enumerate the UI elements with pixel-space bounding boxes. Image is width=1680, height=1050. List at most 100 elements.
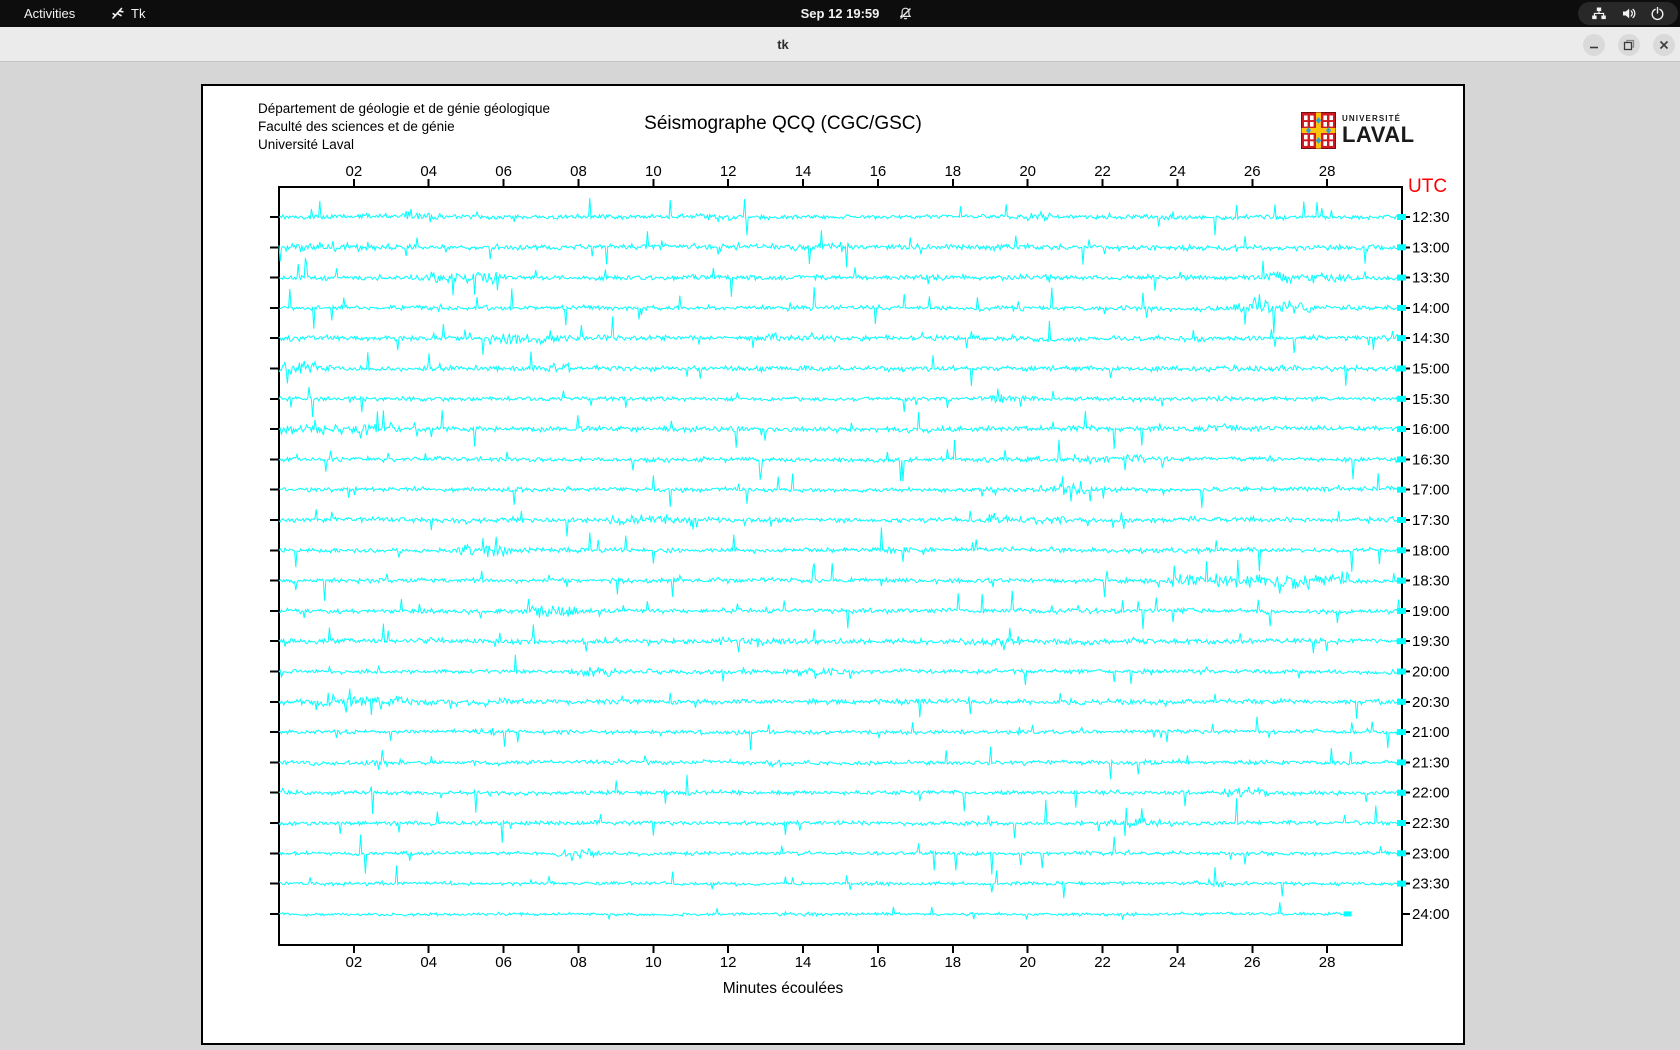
window-title: tk (777, 37, 789, 52)
time-label: 14:00 (1412, 300, 1450, 317)
minute-tick-label-top: 10 (645, 163, 662, 180)
focused-app-menu[interactable]: Tk (110, 0, 145, 27)
top-bar-left: Activities (0, 0, 99, 27)
window-titlebar[interactable]: tk (0, 27, 1680, 62)
pen-position-marker (1397, 547, 1406, 554)
seismogram-trace (278, 902, 1350, 921)
app-name-label: Tk (131, 6, 146, 21)
pen-position-marker (1397, 365, 1406, 372)
minute-tick-label-bottom: 24 (1169, 954, 1186, 971)
seismogram-trace (278, 439, 1402, 482)
time-label: 21:30 (1412, 754, 1450, 771)
pen-position-marker (1343, 911, 1352, 917)
pen-position-marker (1397, 759, 1406, 766)
pen-position-marker (1397, 244, 1406, 251)
time-label: 13:30 (1412, 270, 1450, 287)
minute-tick-label-top: 08 (570, 163, 587, 180)
pen-position-marker (1397, 214, 1406, 220)
minute-tick-label-top: 12 (720, 163, 737, 180)
minute-tick-label-top: 28 (1319, 163, 1336, 180)
time-label: 23:00 (1412, 845, 1450, 862)
time-label: 21:00 (1412, 724, 1450, 741)
notifications-off-icon[interactable] (898, 0, 913, 27)
minute-tick-label-bottom: 08 (570, 954, 587, 971)
time-label: 16:30 (1412, 451, 1450, 468)
window-content: Département de géologie et de génie géol… (0, 63, 1680, 1050)
seismogram-trace (278, 716, 1401, 751)
pen-position-marker (1397, 880, 1406, 887)
seismogram-trace (278, 623, 1402, 654)
pen-position-marker (1397, 335, 1406, 342)
time-label: 23:30 (1412, 876, 1450, 893)
minute-tick-label-top: 02 (346, 163, 363, 180)
time-label: 12:30 (1412, 209, 1450, 226)
minute-tick-label-top: 24 (1169, 163, 1186, 180)
pen-position-marker (1397, 729, 1406, 736)
pen-position-marker (1397, 698, 1406, 705)
pen-position-marker (1397, 274, 1406, 281)
clock-label: Sep 12 19:59 (800, 6, 880, 21)
pen-position-marker (1397, 668, 1406, 675)
seismogram-trace (278, 316, 1402, 356)
pen-position-marker (1397, 517, 1406, 523)
seismogram-trace (278, 509, 1402, 537)
clock-button[interactable]: Sep 12 19:59 (801, 0, 880, 27)
pen-position-marker (1397, 426, 1406, 433)
tk-app-icon (110, 5, 125, 23)
minute-tick-label-top: 04 (420, 163, 437, 180)
minute-tick-label-bottom: 26 (1244, 954, 1261, 971)
time-label: 22:00 (1412, 785, 1450, 802)
minute-tick-label-bottom: 16 (870, 954, 887, 971)
seismogram-trace (278, 257, 1402, 297)
seismogram-trace (278, 746, 1402, 780)
time-label: 20:00 (1412, 664, 1450, 681)
minute-tick-label-top: 22 (1094, 163, 1111, 180)
activities-button[interactable]: Activities (0, 0, 99, 27)
seismogram-trace (278, 386, 1402, 418)
pen-position-marker (1397, 850, 1406, 857)
minute-tick-label-bottom: 22 (1094, 954, 1111, 971)
time-label: 16:00 (1412, 421, 1450, 438)
minute-tick-label-bottom: 12 (720, 954, 737, 971)
minute-tick-label-top: 20 (1019, 163, 1036, 180)
plot-axes: 02 02 04 04 06 06 08 08 10 10 12 12 14 14 16 16 18 18 20 20… (270, 163, 1450, 971)
minute-tick-label-bottom: 10 (645, 954, 662, 971)
pen-position-marker (1397, 820, 1406, 826)
time-label: 19:30 (1412, 633, 1450, 650)
pen-position-marker (1397, 304, 1406, 311)
pen-position-marker (1397, 789, 1406, 796)
seismogram-trace (278, 688, 1402, 719)
volume-icon (1621, 6, 1637, 21)
seismograph-page: Département de géologie et de génie géol… (201, 84, 1465, 1045)
desktop-top-bar: Activities Tk Sep 12 19:59 (0, 0, 1680, 27)
seismogram-trace (278, 590, 1402, 630)
seismogram-trace (279, 473, 1402, 508)
minute-tick-label-bottom: 02 (346, 954, 363, 971)
time-label: 14:30 (1412, 330, 1450, 347)
close-button[interactable] (1653, 34, 1675, 56)
minute-tick-label-bottom: 04 (420, 954, 437, 971)
trace-group (278, 197, 1406, 921)
power-icon (1650, 6, 1665, 21)
seismogram-trace (278, 559, 1402, 601)
minute-tick-label-top: 18 (944, 163, 961, 180)
seismogram-trace (278, 774, 1402, 815)
seismogram-trace (278, 865, 1402, 899)
time-label: 17:30 (1412, 512, 1450, 529)
seismogram-trace (278, 351, 1402, 387)
seismogram-trace (278, 834, 1402, 875)
seismogram-trace (278, 654, 1402, 686)
minute-tick-label-bottom: 20 (1019, 954, 1036, 971)
minimize-button[interactable] (1583, 34, 1605, 56)
system-status-area[interactable] (1578, 2, 1678, 25)
time-label: 24:00 (1412, 906, 1450, 923)
seismogram-trace (278, 230, 1402, 268)
pen-position-marker (1397, 456, 1406, 463)
maximize-button[interactable] (1618, 34, 1640, 56)
pen-position-marker (1397, 638, 1406, 645)
pen-position-marker (1397, 607, 1406, 614)
time-label: 22:30 (1412, 815, 1450, 832)
minute-tick-label-top: 26 (1244, 163, 1261, 180)
network-icon (1591, 6, 1607, 21)
x-axis-title: Minutes écoulées (722, 980, 844, 997)
